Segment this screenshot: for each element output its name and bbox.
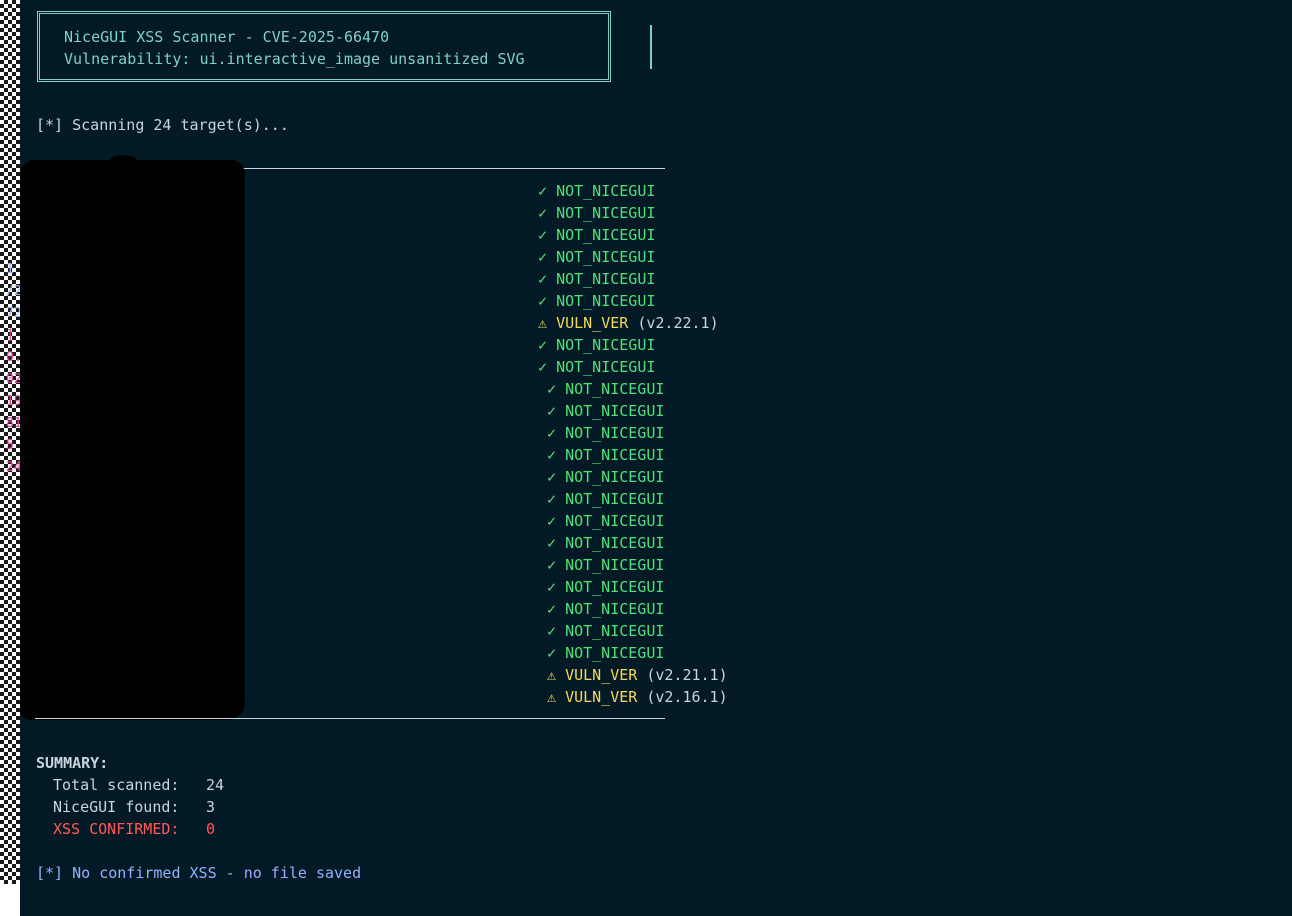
result-status: NOT_NICEGUI [565,402,665,420]
result-status: VULN_VER [565,688,638,706]
result-row: ✓ NOT_NICEGUI [547,446,664,464]
result-row: ✓ NOT_NICEGUI [538,248,655,266]
result-row: ✓ NOT_NICEGUI [547,600,664,618]
result-status: NOT_NICEGUI [565,490,665,508]
result-status: NOT_NICEGUI [565,468,665,486]
result-status: NOT_NICEGUI [565,534,665,552]
result-row: ✓ NOT_NICEGUI [547,380,664,398]
check-icon: ✓ [547,578,557,596]
check-icon: ✓ [547,622,557,640]
warning-icon: ⚠ [547,666,557,684]
result-row: ⚠ VULN_VER (v2.21.1) [547,666,728,684]
summary-found-label: NiceGUI found: [53,798,180,816]
result-status: NOT_NICEGUI [556,336,656,354]
redaction-block-top [108,155,138,169]
scanner-banner: NiceGUI XSS Scanner - CVE-2025-66470 Vul… [37,11,611,82]
check-icon: ✓ [538,270,548,288]
result-version: (v2.21.1) [646,666,728,684]
result-row: ✓ NOT_NICEGUI [538,226,655,244]
result-row: ⚠ VULN_VER (v2.22.1) [538,314,719,332]
result-status: NOT_NICEGUI [556,248,656,266]
summary-total-label: Total scanned: [53,776,180,794]
result-row: ✓ NOT_NICEGUI [547,512,664,530]
result-version: (v2.16.1) [646,688,728,706]
result-row: ✓ NOT_NICEGUI [547,490,664,508]
result-status: NOT_NICEGUI [565,512,665,530]
result-status: NOT_NICEGUI [556,182,656,200]
check-icon: ✓ [547,512,557,530]
result-row: ✓ NOT_NICEGUI [547,534,664,552]
results-bottom-rule [35,718,665,719]
result-status: NOT_NICEGUI [565,644,665,662]
result-row: ✓ NOT_NICEGUI [547,556,664,574]
warning-icon: ⚠ [547,688,557,706]
result-status: NOT_NICEGUI [565,600,665,618]
leaked-fragment: 5 [6,438,14,453]
banner-subtitle: Vulnerability: ui.interactive_image unsa… [64,50,525,68]
scan-start-line: [*] Scanning 24 target(s)... [36,116,289,134]
check-icon: ✓ [538,204,548,222]
check-icon: ✓ [538,182,548,200]
redaction-block [20,160,245,720]
footer-message: [*] No confirmed XSS - no file saved [36,864,362,882]
check-icon: ✓ [538,336,548,354]
result-version: (v2.22.1) [637,314,719,332]
result-row: ✓ NOT_NICEGUI [547,622,664,640]
result-row: ✓ NOT_NICEGUI [547,578,664,596]
summary-total-value: 24 [206,776,225,794]
check-icon: ✓ [538,248,548,266]
check-icon: ✓ [547,644,557,662]
result-row: ✓ NOT_NICEGUI [538,358,655,376]
result-row: ✓ NOT_NICEGUI [547,402,664,420]
result-status: NOT_NICEGUI [565,622,665,640]
summary-title: SUMMARY: [36,754,109,772]
check-icon: ✓ [547,556,557,574]
leaked-fragment: 1 [6,262,14,277]
result-status: NOT_NICEGUI [565,556,665,574]
check-icon: ✓ [547,534,557,552]
banner-title: NiceGUI XSS Scanner - CVE-2025-66470 [64,28,390,46]
banner-right-edge [650,25,652,69]
result-status: NOT_NICEGUI [556,204,656,222]
result-status: NOT_NICEGUI [556,292,656,310]
check-icon: ✓ [547,402,557,420]
result-status: NOT_NICEGUI [556,226,656,244]
check-icon: ✓ [547,600,557,618]
check-icon: ✓ [547,468,557,486]
result-status: NOT_NICEGUI [556,270,656,288]
summary-found-value: 3 [206,798,216,816]
result-row: ✓ NOT_NICEGUI [538,336,655,354]
result-row: ⚠ VULN_VER (v2.16.1) [547,688,728,706]
warning-icon: ⚠ [538,314,548,332]
check-icon: ✓ [538,226,548,244]
result-row: ✓ NOT_NICEGUI [538,204,655,222]
window-edge-bottom [0,884,20,916]
check-icon: ✓ [538,292,548,310]
result-row: ✓ NOT_NICEGUI [538,270,655,288]
result-status: NOT_NICEGUI [556,358,656,376]
window-edge-checker [0,0,20,916]
result-status: VULN_VER [565,666,638,684]
summary-xss-label: XSS CONFIRMED: [53,820,180,838]
summary-xss-value: 0 [206,820,216,838]
check-icon: ✓ [547,446,557,464]
check-icon: ✓ [538,358,548,376]
result-status: NOT_NICEGUI [565,446,665,464]
check-icon: ✓ [547,490,557,508]
result-row: ✓ NOT_NICEGUI [538,182,655,200]
result-row: ✓ NOT_NICEGUI [538,292,655,310]
check-icon: ✓ [547,380,557,398]
check-icon: ✓ [547,424,557,442]
result-row: ✓ NOT_NICEGUI [547,644,664,662]
terminal-window[interactable]: NiceGUI XSS Scanner - CVE-2025-66470 Vul… [6,0,1292,916]
result-row: ✓ NOT_NICEGUI [547,468,664,486]
result-row: ✓ NOT_NICEGUI [547,424,664,442]
result-status: NOT_NICEGUI [565,578,665,596]
result-status: NOT_NICEGUI [565,424,665,442]
result-status: VULN_VER [556,314,629,332]
result-status: NOT_NICEGUI [565,380,665,398]
